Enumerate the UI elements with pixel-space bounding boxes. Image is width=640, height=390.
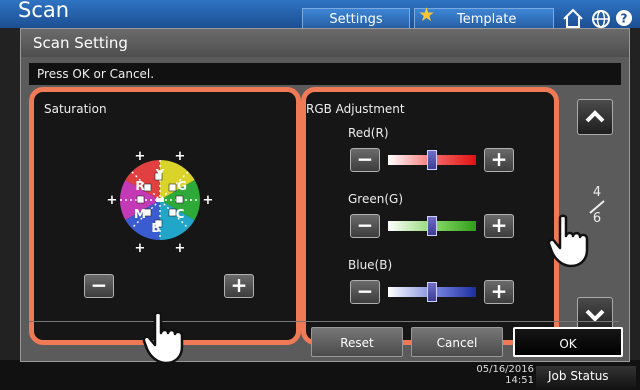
svg-text:+: + xyxy=(203,193,214,208)
svg-text:+: + xyxy=(135,149,146,164)
slider-red-minus-button[interactable]: − xyxy=(350,148,380,172)
wheel-letter-m: M xyxy=(134,207,146,221)
pointer-hand-icon xyxy=(142,311,184,365)
message-bar: Press OK or Cancel. xyxy=(29,63,621,85)
star-icon: ★ xyxy=(418,4,436,26)
svg-text:+: + xyxy=(107,193,118,208)
slider-red-plus-button[interactable]: + xyxy=(484,148,514,172)
slider-green-thumb[interactable] xyxy=(427,216,437,236)
globe-icon[interactable] xyxy=(588,7,614,29)
scan-setting-dialog: Scan Setting Press OK or Cancel. Saturat… xyxy=(20,28,630,362)
scroll-up-button[interactable] xyxy=(577,99,613,135)
chevron-up-icon xyxy=(585,110,605,123)
slider-green-label: Green(G) xyxy=(348,192,404,206)
slider-red-thumb[interactable] xyxy=(427,150,437,170)
template-label: Template xyxy=(457,12,517,27)
wheel-letter-g: G xyxy=(177,179,187,193)
wheel-letter-b: B xyxy=(151,221,160,235)
wheel-letter-y: Y xyxy=(155,167,165,181)
saturation-minus-button[interactable]: − xyxy=(84,274,114,298)
help-icon[interactable]: ? xyxy=(612,7,638,29)
ok-button[interactable]: OK xyxy=(513,327,623,357)
button-divider xyxy=(29,321,619,322)
slider-blue-label: Blue(B) xyxy=(348,258,393,272)
date-text: 05/16/2016 xyxy=(476,364,534,375)
saturation-plus-button[interactable]: + xyxy=(224,274,254,298)
app-title: Scan xyxy=(18,0,70,22)
svg-text:+: + xyxy=(175,241,186,256)
slider-red-label: Red(R) xyxy=(348,126,389,140)
saturation-panel: Saturation Y R G M C B + + + + + + − + xyxy=(29,87,301,345)
dialog-title: Scan Setting xyxy=(21,29,629,57)
slider-green-minus-button[interactable]: − xyxy=(350,214,380,238)
date-time: 05/16/2016 14:51 xyxy=(470,364,534,386)
rgb-adjustment-panel: RGB Adjustment Red(R) − + Green(G) − + Blue(B)… xyxy=(301,87,559,345)
pointer-hand-icon xyxy=(547,214,589,268)
saturation-label: Saturation xyxy=(44,102,107,116)
color-wheel: Y R G M C B + + + + + + xyxy=(104,144,216,256)
wheel-letter-r: R xyxy=(135,179,144,193)
home-icon[interactable] xyxy=(560,7,586,29)
slider-green-plus-button[interactable]: + xyxy=(484,214,514,238)
job-status-button[interactable]: Job Status xyxy=(536,366,636,390)
svg-text:+: + xyxy=(175,149,186,164)
page-current: 4 xyxy=(592,185,602,200)
wheel-letter-c: C xyxy=(176,207,185,221)
time-text: 14:51 xyxy=(505,375,534,386)
settings-button[interactable]: Settings xyxy=(302,8,410,30)
svg-text:?: ? xyxy=(621,12,628,26)
reset-button[interactable]: Reset xyxy=(311,327,403,357)
slider-blue-minus-button[interactable]: − xyxy=(350,280,380,304)
rgb-adjustment-label: RGB Adjustment xyxy=(306,102,405,116)
slider-blue-plus-button[interactable]: + xyxy=(484,280,514,304)
cancel-button[interactable]: Cancel xyxy=(411,327,503,357)
svg-text:+: + xyxy=(135,241,146,256)
slider-blue-thumb[interactable] xyxy=(427,282,437,302)
